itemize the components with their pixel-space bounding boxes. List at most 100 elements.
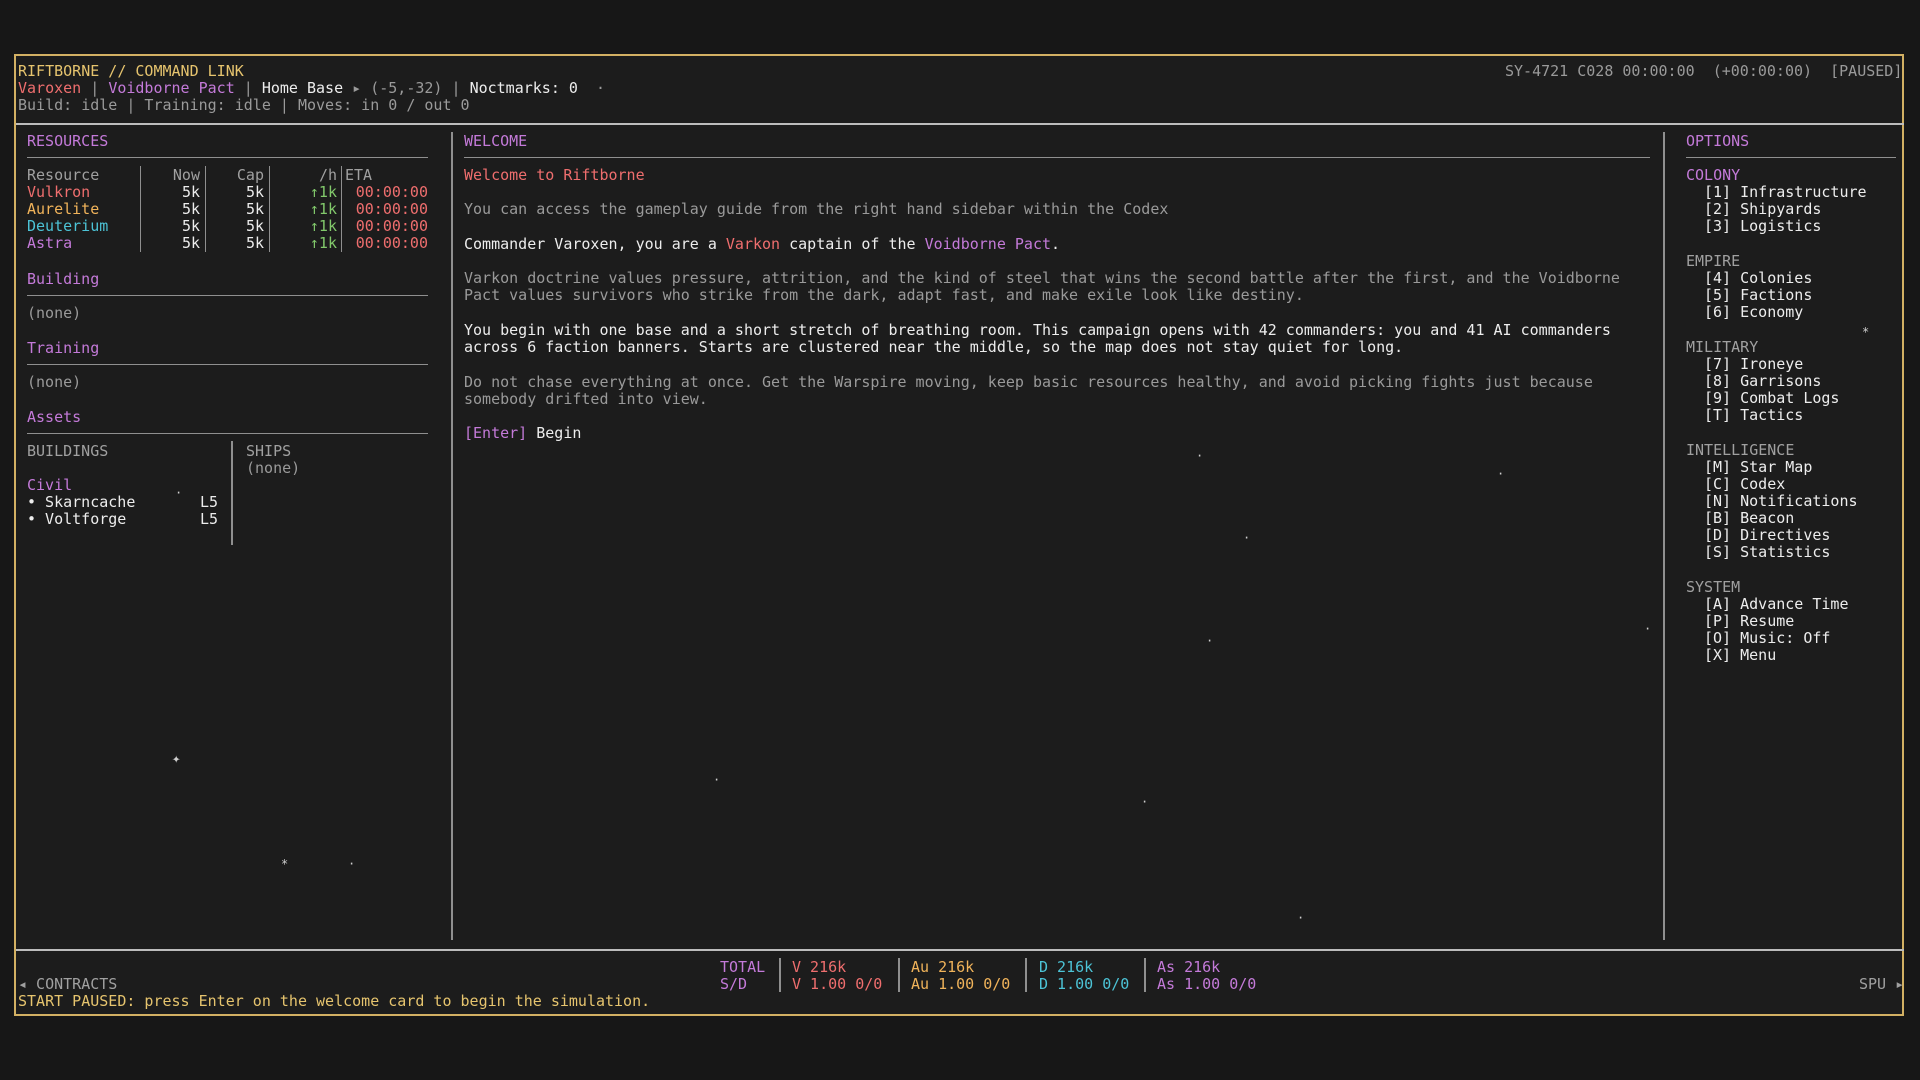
option-resume[interactable]: [P] Resume: [1704, 612, 1794, 630]
option-infrastructure[interactable]: [1] Infrastructure: [1704, 183, 1867, 201]
training-value: (none): [27, 373, 82, 391]
footer-total-aurelite: Au 216k: [911, 958, 975, 976]
star-decoration: ·: [1297, 911, 1305, 925]
option-economy[interactable]: [6] Economy: [1704, 303, 1803, 321]
intro-text: captain of the: [780, 235, 925, 253]
begin-label: Begin: [527, 424, 582, 442]
ships-value: (none): [246, 459, 301, 477]
noctmarks-counter: Noctmarks: 0: [469, 79, 578, 97]
resource-eta: 00:00:00: [355, 200, 428, 218]
welcome-guide-text: You can access the gameplay guide from t…: [464, 200, 1169, 218]
options-group-intelligence: INTELLIGENCE: [1686, 441, 1795, 459]
col-resource: Resource: [27, 166, 100, 184]
star-decoration: ·: [713, 773, 721, 787]
option-music-toggle[interactable]: [O] Music: Off: [1704, 629, 1830, 647]
star-decoration: ·: [1196, 449, 1204, 463]
table-col-divider: [269, 166, 270, 252]
footer-sd-label: S/D: [720, 975, 748, 993]
option-logistics[interactable]: [3] Logistics: [1704, 217, 1821, 235]
building-item-skarncache[interactable]: • Skarncache: [27, 493, 135, 511]
col-rate: /h: [318, 166, 337, 184]
resource-cap: 5k: [245, 217, 264, 235]
resource-eta: 00:00:00: [355, 217, 428, 235]
option-beacon[interactable]: [B] Beacon: [1704, 509, 1794, 527]
resource-rate: ↑1k: [309, 217, 337, 235]
commander-name: Varoxen: [18, 79, 82, 97]
star-decoration: ·: [1644, 622, 1652, 636]
footer-sd-aurelite: Au 1.00 0/0: [911, 975, 1011, 993]
resources-title: RESOURCES: [27, 132, 109, 150]
welcome-begin-text: You begin with one base and a short stre…: [464, 321, 1611, 357]
resource-name-aurelite: Aurelite: [27, 200, 100, 218]
resource-now: 5k: [181, 234, 200, 252]
option-star-map[interactable]: [M] Star Map: [1704, 458, 1812, 476]
resource-name-vulkron: Vulkron: [27, 183, 91, 201]
option-garrisons[interactable]: [8] Garrisons: [1704, 372, 1821, 390]
training-underline: [27, 364, 428, 365]
col-cap: Cap: [236, 166, 264, 184]
option-codex[interactable]: [C] Codex: [1704, 475, 1785, 493]
option-ironeye[interactable]: [7] Ironeye: [1704, 355, 1803, 373]
header-divider: [16, 123, 1904, 125]
resource-now: 5k: [181, 200, 200, 218]
resource-now: 5k: [181, 183, 200, 201]
option-notifications[interactable]: [N] Notifications: [1704, 492, 1858, 510]
welcome-heading: Welcome to Riftborne: [464, 166, 645, 184]
option-factions[interactable]: [5] Factions: [1704, 286, 1812, 304]
footer-total-vulkron: V 216k: [792, 958, 847, 976]
option-advance-time[interactable]: [A] Advance Time: [1704, 595, 1849, 613]
intro-text: Commander Varoxen, you are a: [464, 235, 726, 253]
star-decoration: ✦: [172, 751, 181, 767]
right-panel-divider: [1663, 132, 1665, 940]
resources-underline: [27, 157, 428, 158]
spu-tab[interactable]: SPU ▸: [1859, 975, 1904, 993]
resource-name-deuterium: Deuterium: [27, 217, 109, 235]
footer-sd-vulkron: V 1.00 0/0: [792, 975, 883, 993]
clock-readout: SY-4721 C028 00:00:00 (+00:00:00) [PAUSE…: [1505, 62, 1902, 80]
option-shipyards[interactable]: [2] Shipyards: [1704, 200, 1821, 218]
table-col-divider: [205, 166, 206, 252]
col-eta: ETA: [345, 166, 373, 184]
resource-now: 5k: [181, 217, 200, 235]
building-item-voltforge[interactable]: • Voltforge: [27, 510, 126, 528]
resource-eta: 00:00:00: [355, 183, 428, 201]
options-group-colony: COLONY: [1686, 166, 1741, 184]
base-arrow-icon: ▸: [352, 79, 362, 97]
star-decoration: ·: [1206, 634, 1214, 648]
welcome-advice: Do not chase everything at once. Get the…: [464, 373, 1593, 409]
option-combat-logs[interactable]: [9] Combat Logs: [1704, 389, 1839, 407]
base-label: Home Base: [261, 79, 344, 97]
resource-eta: 00:00:00: [355, 234, 428, 252]
building-level: L5: [200, 510, 219, 528]
resource-rate: ↑1k: [309, 183, 337, 201]
footer-total-label: TOTAL: [720, 958, 766, 976]
option-directives[interactable]: [D] Directives: [1704, 526, 1830, 544]
option-menu[interactable]: [X] Menu: [1704, 646, 1776, 664]
footer-col-divider: [898, 958, 900, 992]
resource-cap: 5k: [245, 234, 264, 252]
star-decoration: ·: [1243, 531, 1251, 545]
welcome-intro: Commander Varoxen, you are a Varkon capt…: [464, 235, 1060, 253]
contracts-tab[interactable]: ◂ CONTRACTS: [18, 975, 117, 993]
option-tactics[interactable]: [T] Tactics: [1704, 406, 1803, 424]
star-decoration: ·: [1497, 467, 1505, 481]
option-statistics[interactable]: [S] Statistics: [1704, 543, 1830, 561]
footer-total-deuterium: D 216k: [1039, 958, 1094, 976]
begin-button[interactable]: [Enter] Begin: [464, 424, 582, 442]
star-decoration: ·: [175, 486, 183, 500]
resource-rate: ↑1k: [309, 200, 337, 218]
option-colonies[interactable]: [4] Colonies: [1704, 269, 1812, 287]
options-group-system: SYSTEM: [1686, 578, 1741, 596]
clock: SY-4721 C028 00:00:00: [1505, 62, 1695, 80]
assets-divider: [231, 441, 233, 545]
star-decoration: ·: [348, 857, 356, 871]
header-identity: Varoxen | Voidborne Pact | Home Base ▸ (…: [18, 79, 606, 97]
options-underline: [1686, 157, 1896, 158]
base-coordinates: (-5,-32): [370, 79, 443, 97]
buildings-header: BUILDINGS: [27, 442, 109, 460]
footer-total-astra: As 216k: [1157, 958, 1221, 976]
paused-badge[interactable]: [PAUSED]: [1830, 62, 1902, 80]
star-decoration: ·: [1141, 795, 1149, 809]
footer-status-message: START PAUSED: press Enter on the welcome…: [18, 992, 651, 1010]
faction-name: Voidborne Pact: [108, 79, 235, 97]
